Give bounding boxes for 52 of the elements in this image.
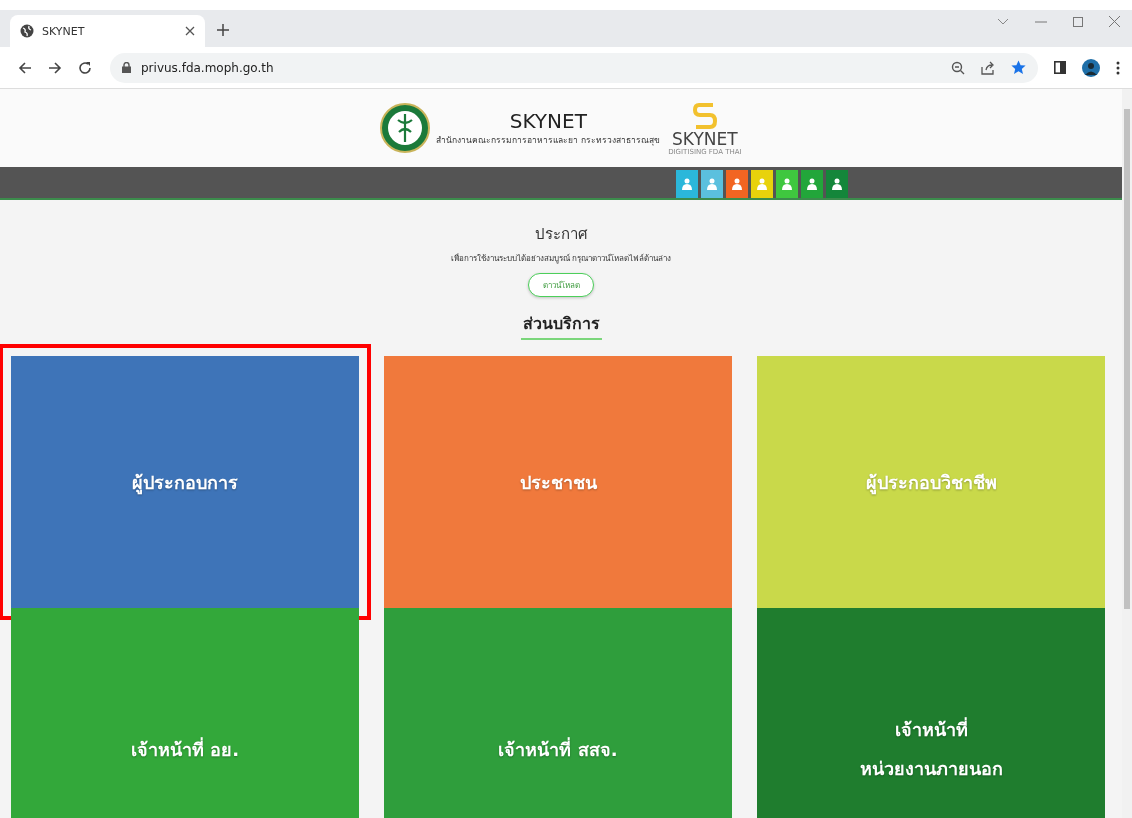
logo-text: SKYNET bbox=[672, 130, 738, 148]
zoom-out-icon[interactable] bbox=[951, 60, 965, 75]
service-tile[interactable]: ประชาชน bbox=[384, 356, 732, 608]
person-icon bbox=[807, 178, 817, 190]
scrollbar[interactable] bbox=[1122, 89, 1132, 818]
service-tile[interactable]: เจ้าหน้าที่ สสจ. bbox=[384, 608, 732, 818]
nav-button[interactable] bbox=[676, 170, 698, 198]
person-icon bbox=[732, 178, 742, 190]
download-button[interactable]: ดาวน์โหลด bbox=[528, 273, 594, 297]
nav-button[interactable] bbox=[826, 170, 848, 198]
share-icon[interactable] bbox=[981, 60, 995, 75]
back-icon[interactable] bbox=[18, 60, 32, 75]
browser-tab[interactable]: SKYNET bbox=[10, 15, 205, 47]
tile-label: เจ้าหน้าที่ สสจ. bbox=[498, 736, 618, 762]
close-icon[interactable] bbox=[1109, 16, 1120, 27]
service-tile[interactable]: ผู้ประกอบการ bbox=[11, 356, 359, 608]
reload-icon[interactable] bbox=[78, 60, 92, 75]
new-tab-icon[interactable] bbox=[217, 24, 229, 36]
profile-avatar-icon[interactable] bbox=[1082, 58, 1100, 77]
tile-label: เจ้าหน้าที่ อย. bbox=[130, 736, 240, 762]
services-heading: ส่วนบริการ bbox=[520, 311, 602, 340]
forward-icon[interactable] bbox=[48, 60, 62, 75]
address-bar[interactable]: privus.fda.moph.go.th bbox=[110, 52, 1038, 83]
close-tab-icon[interactable] bbox=[185, 26, 195, 36]
service-tile[interactable]: เจ้าหน้าที่ หน่วยงานภายนอก bbox=[757, 608, 1105, 818]
person-icon bbox=[832, 178, 842, 190]
globe-icon bbox=[20, 24, 34, 38]
person-icon bbox=[707, 178, 717, 190]
site-title: SKYNET bbox=[509, 109, 587, 133]
tile-label: ประชาชน bbox=[519, 470, 597, 495]
lock-icon bbox=[122, 62, 131, 73]
organization-name: สำนักงานคณะกรรมการอาหารและยา กระทรวงสาธารณสุข bbox=[436, 134, 661, 147]
s-logo-icon bbox=[692, 100, 717, 131]
person-icon bbox=[757, 178, 767, 190]
star-icon[interactable] bbox=[1011, 60, 1026, 75]
nav-button[interactable] bbox=[701, 170, 723, 198]
announcement-title: ประกาศ bbox=[534, 224, 588, 245]
dropdown-icon[interactable] bbox=[997, 17, 1009, 26]
tile-label: ผู้ประกอบวิชาชีพ bbox=[865, 470, 997, 497]
menu-icon[interactable] bbox=[1116, 60, 1120, 75]
person-icon bbox=[682, 178, 692, 190]
nav-button[interactable] bbox=[726, 170, 748, 198]
nav-button[interactable] bbox=[801, 170, 823, 198]
nav-button[interactable] bbox=[776, 170, 798, 198]
person-icon bbox=[782, 178, 792, 190]
tab-title: SKYNET bbox=[42, 24, 86, 38]
tile-label: ผู้ประกอบการ bbox=[132, 470, 238, 497]
service-tile[interactable]: เจ้าหน้าที่ อย. bbox=[11, 608, 359, 818]
side-panel-icon[interactable] bbox=[1054, 61, 1066, 74]
tile-label: เจ้าหน้าที่ หน่วยงานภายนอก bbox=[859, 716, 1003, 781]
maximize-icon[interactable] bbox=[1073, 16, 1083, 27]
announcement-text: เพื่อการใช้งานระบบได้อย่างสมบูรณ์ กรุณาดาวน์โหลดไฟล์ด้านล่าง bbox=[450, 252, 672, 265]
